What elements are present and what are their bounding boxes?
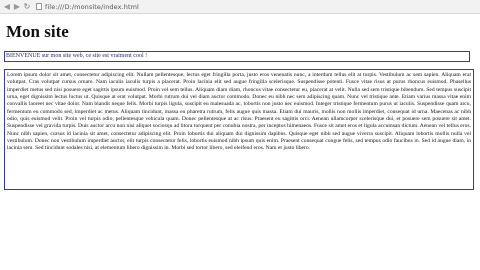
- lorem-paragraph: Lorem ipsum dolor sit amet, consectetur …: [4, 69, 474, 190]
- arrow-left-icon: ◀: [3, 2, 11, 11]
- arrow-right-icon: ▶: [13, 2, 21, 11]
- reload-button[interactable]: ↻: [22, 2, 32, 12]
- back-button[interactable]: ◀: [2, 2, 12, 12]
- reload-icon: ↻: [23, 2, 31, 11]
- address-bar[interactable]: file:///D:/monsite/index.html: [45, 3, 139, 11]
- welcome-banner: BIENVENUE sur mon site web, ce site est …: [4, 51, 470, 62]
- page-icon: [36, 3, 42, 10]
- browser-toolbar: ◀ ▶ ↻ file:///D:/monsite/index.html: [0, 0, 480, 14]
- page-title: Mon site: [6, 22, 69, 41]
- forward-button[interactable]: ▶: [12, 2, 22, 12]
